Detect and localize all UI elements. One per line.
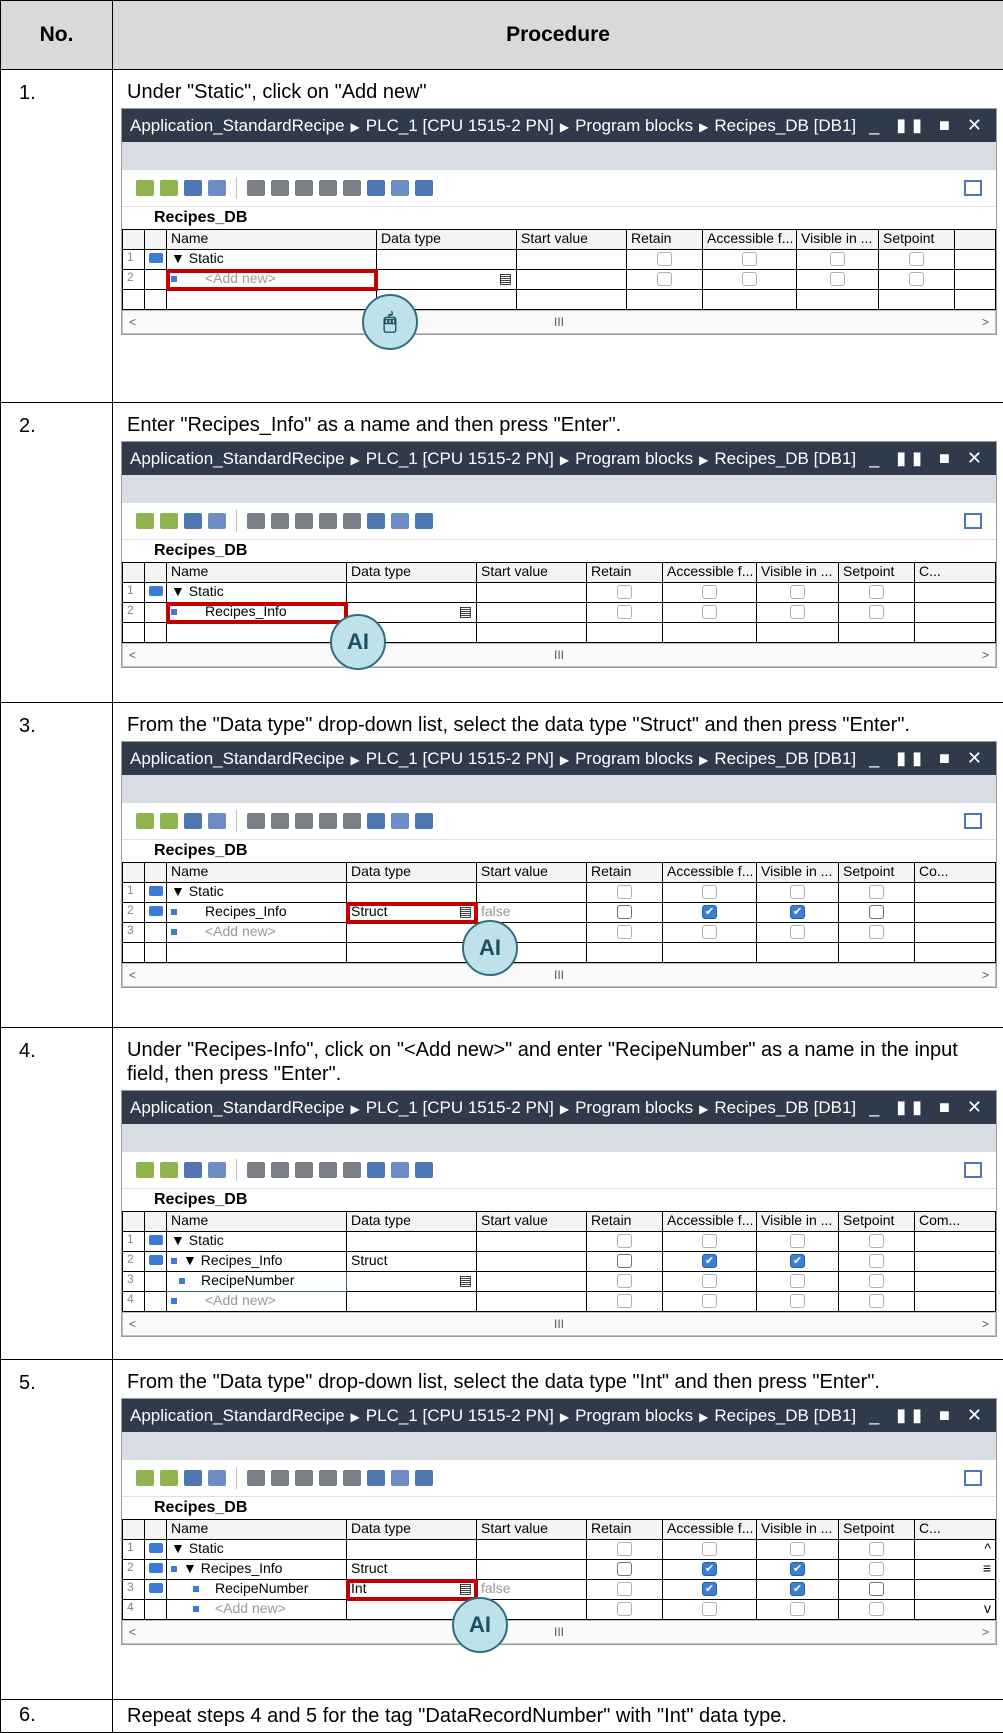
- screenshot-window: Application_StandardRecipe▶PLC_1 [CPU 15…: [121, 108, 997, 335]
- screenshot-window: Application_StandardRecipe▶PLC_1 [CPU 15…: [121, 741, 997, 988]
- window-controls[interactable]: _ ▮▮ ■ ✕: [869, 115, 988, 136]
- text-cursor-icon: AI: [462, 920, 518, 976]
- table-header-row: No. Procedure: [1, 1, 1003, 70]
- text-cursor-icon: AI: [330, 614, 386, 670]
- horizontal-scrollbar[interactable]: <III>: [122, 310, 996, 334]
- step-row-6: 6. Repeat steps 4 and 5 for the tag "Dat…: [1, 1700, 1003, 1733]
- window-controls[interactable]: _ ▮▮ ■ ✕: [869, 1405, 988, 1426]
- add-row-icon[interactable]: [160, 180, 178, 196]
- tool-icon[interactable]: [295, 180, 313, 196]
- grid-row[interactable]: 2 <Add new>▤: [123, 270, 996, 290]
- horizontal-scrollbar[interactable]: <III>: [122, 643, 996, 667]
- db-icon: [149, 253, 163, 263]
- monitor-icon[interactable]: [391, 180, 409, 196]
- screenshot-window: Application_StandardRecipe▶PLC_1 [CPU 15…: [121, 441, 997, 668]
- window-controls[interactable]: _ ▮▮ ■ ✕: [869, 748, 988, 769]
- grid-header: NameData typeStart valueRetainAccessible…: [123, 230, 996, 250]
- text-cursor-icon: AI: [452, 1597, 508, 1653]
- name-cell: <Add new>: [167, 270, 377, 290]
- block-toolbar: [122, 170, 996, 207]
- mouse-click-icon: 🖱: [362, 294, 418, 350]
- db-name: Recipes_DB: [122, 207, 996, 229]
- name-cell: Recipes_Info: [167, 603, 347, 623]
- window-controls[interactable]: _ ▮▮ ■ ✕: [869, 448, 988, 469]
- step-row-3: 3. From the "Data type" drop-down list, …: [1, 703, 1003, 1028]
- insert-row-icon[interactable]: [136, 180, 154, 196]
- window-controls[interactable]: _ ▮▮ ■ ✕: [869, 1097, 988, 1118]
- screenshot-window: Application_StandardRecipe▶PLC_1 [CPU 15…: [121, 1090, 997, 1337]
- tool-icon[interactable]: [271, 180, 289, 196]
- step-row-1: 1. Under "Static", click on "Add new" Ap…: [1, 70, 1003, 403]
- header-no: No.: [1, 1, 113, 70]
- step-row-2: 2. Enter "Recipes_Info" as a name and th…: [1, 403, 1003, 703]
- grid-row[interactable]: 1 ▼ Static: [123, 250, 996, 270]
- step-row-5: 5. From the "Data type" drop-down list, …: [1, 1360, 1003, 1700]
- step-number: 1.: [1, 70, 113, 403]
- tag-grid: NameData typeStart valueRetainAccessible…: [122, 562, 996, 643]
- step-row-4: 4. Under "Recipes-Info", click on "<Add …: [1, 1028, 1003, 1360]
- header-procedure: Procedure: [113, 1, 1003, 70]
- window-titlebar: Application_StandardRecipe▶PLC_1 [CPU 15…: [122, 109, 996, 142]
- copy-snapshot-icon[interactable]: [208, 180, 226, 196]
- snapshot-icon[interactable]: [184, 180, 202, 196]
- gray-bar: [122, 142, 996, 170]
- step-instruction: Under "Static", click on "Add new": [127, 80, 993, 104]
- tool-icon[interactable]: [343, 180, 361, 196]
- step-content: Under "Static", click on "Add new" Appli…: [113, 70, 1003, 403]
- list-icon[interactable]: [367, 180, 385, 196]
- screenshot-window: Application_StandardRecipe▶PLC_1 [CPU 15…: [121, 1398, 997, 1645]
- panel-toggle-icon[interactable]: [964, 180, 982, 196]
- tool-icon[interactable]: [319, 180, 337, 196]
- procedure-table: No. Procedure 1. Under "Static", click o…: [0, 0, 1003, 1733]
- tag-grid: NameData typeStart valueRetainAccessible…: [122, 1519, 996, 1620]
- horizontal-scrollbar[interactable]: <III>: [122, 1620, 996, 1644]
- tag-grid: NameData typeStart valueRetainAccessible…: [122, 862, 996, 963]
- breadcrumb: Application_StandardRecipe▶PLC_1 [CPU 15…: [130, 116, 856, 136]
- datatype-cell: Int▤: [347, 1580, 477, 1600]
- grid-row: [123, 290, 996, 310]
- horizontal-scrollbar[interactable]: <III>: [122, 1312, 996, 1336]
- tool-icon[interactable]: [247, 180, 265, 196]
- tag-grid: NameData typeStart valueRetainAccessible…: [122, 1211, 996, 1312]
- tag-grid: NameData typeStart valueRetainAccessible…: [122, 229, 996, 310]
- datatype-cell: Struct▤: [347, 903, 477, 923]
- horizontal-scrollbar[interactable]: <III>: [122, 963, 996, 987]
- glasses-icon[interactable]: [415, 180, 433, 196]
